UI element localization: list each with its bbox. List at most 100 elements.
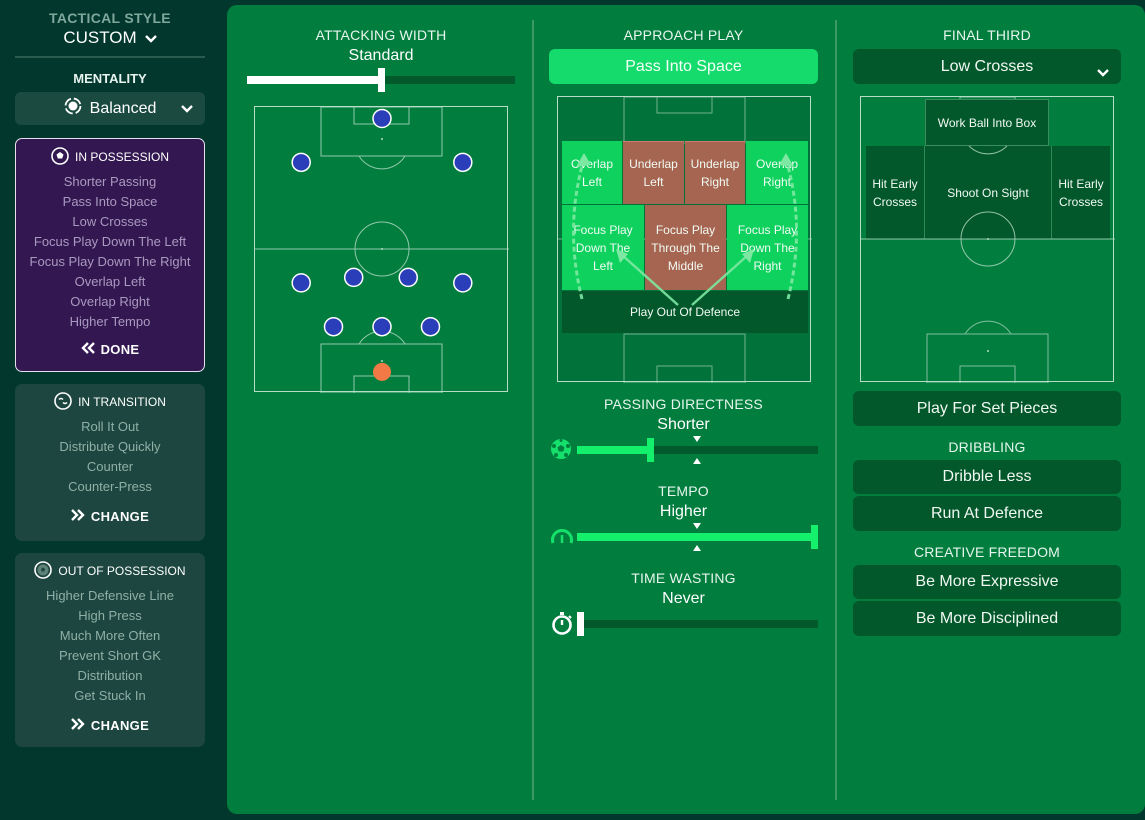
instruction-item: Distribute Quickly: [59, 439, 161, 454]
transition-icon: [54, 391, 72, 413]
change-label: CHANGE: [90, 718, 150, 733]
instruction-item: Shorter Passing: [63, 174, 157, 189]
creative-freedom-title: CREATIVE FREEDOM: [913, 544, 1061, 560]
out-of-possession-title: OUT OF POSSESSION: [58, 564, 186, 578]
player-marker-ml[interactable]: [291, 273, 311, 293]
slider-track: [577, 620, 818, 628]
double-chevron-right-icon: [71, 718, 85, 733]
double-chevron-right-icon: [71, 509, 85, 524]
zone-focus-middle[interactable]: Focus Play Through The Middle: [645, 205, 726, 290]
slider-fill: [247, 76, 381, 84]
slider-fill: [577, 533, 814, 541]
in-transition-card[interactable]: IN TRANSITION Roll It Out Distribute Quic…: [15, 384, 205, 541]
formation-pitch: [254, 106, 509, 393]
player-marker-mr[interactable]: [453, 273, 473, 293]
in-possession-card[interactable]: IN POSSESSION Shorter Passing Pass Into S…: [15, 138, 205, 372]
instruction-item: Overlap Right: [70, 294, 150, 309]
time-wasting-slider[interactable]: [577, 612, 818, 636]
zone-play-out-of-defence[interactable]: Play Out Of Defence: [562, 291, 808, 333]
instruction-item: Higher Defensive Line: [46, 588, 174, 603]
instruction-item: Prevent Short GK: [59, 648, 161, 663]
time-wasting-title: TIME WASTING: [631, 570, 736, 586]
zone-underlap-right[interactable]: Underlap Right: [685, 141, 745, 204]
column-divider: [835, 20, 837, 800]
tempo-value: Higher: [659, 503, 708, 520]
zone-hit-early-crosses-left[interactable]: Hit Early Crosses: [866, 146, 925, 239]
chevron-down-icon: [144, 28, 157, 48]
be-more-expressive-button[interactable]: Be More Expressive: [853, 565, 1121, 599]
zone-hit-early-crosses-right[interactable]: Hit Early Crosses: [1051, 146, 1110, 239]
speedometer-icon: [550, 527, 574, 550]
slider-handle[interactable]: [577, 612, 584, 636]
in-transition-list: Roll It Out Distribute Quickly Counter Coun…: [15, 417, 205, 497]
approach-play-button[interactable]: Pass Into Space: [549, 49, 818, 84]
zone-work-ball-into-box[interactable]: Work Ball Into Box: [925, 99, 1049, 146]
change-out-of-possession-button[interactable]: CHANGE: [15, 718, 205, 733]
be-more-disciplined-button[interactable]: Be More Disciplined: [853, 601, 1121, 636]
in-transition-title: IN TRANSITION: [78, 395, 166, 409]
player-marker-aml[interactable]: [291, 152, 311, 173]
instruction-item: Focus Play Down The Right: [29, 254, 191, 269]
final-third-dropdown[interactable]: Low Crosses: [853, 49, 1121, 84]
change-label: CHANGE: [90, 509, 150, 524]
zone-overlap-right[interactable]: Overlap Right: [746, 141, 808, 204]
default-marker-bottom: [693, 458, 701, 464]
instruction-item: Get Stuck In: [74, 688, 146, 703]
player-marker-dc[interactable]: [372, 316, 392, 337]
instruction-item: Focus Play Down The Left: [33, 234, 187, 249]
passing-directness-value: Shorter: [657, 416, 710, 433]
out-of-possession-card[interactable]: OUT OF POSSESSION Higher Defensive Line H…: [15, 553, 205, 747]
instruction-item: Higher Tempo: [69, 314, 151, 329]
double-chevron-left-icon: [80, 342, 95, 357]
instruction-item: Pass Into Space: [62, 194, 158, 209]
player-marker-mcl[interactable]: [343, 267, 364, 288]
tactical-style-dropdown[interactable]: CUSTOM: [15, 28, 205, 48]
player-marker-amr[interactable]: [453, 152, 473, 173]
divider: [15, 56, 205, 58]
player-marker-st[interactable]: [372, 108, 392, 129]
instruction-item: Counter-Press: [68, 479, 152, 494]
tactics-panel: ATTACKING WIDTH Standard APPROACH PLAY P…: [227, 5, 1145, 814]
zone-overlap-left[interactable]: Overlap Left: [562, 141, 622, 204]
time-wasting-value: Never: [662, 590, 705, 607]
default-marker-top: [693, 523, 701, 529]
zone-underlap-left[interactable]: Underlap Left: [623, 141, 684, 204]
default-marker-bottom: [693, 545, 701, 551]
attacking-width-value: Standard: [348, 47, 414, 64]
instruction-item: High Press: [78, 608, 142, 623]
zone-shoot-on-sight[interactable]: Shoot On Sight: [925, 146, 1051, 239]
slider-handle[interactable]: [647, 438, 654, 462]
default-marker-top: [693, 436, 701, 442]
dribble-less-button[interactable]: Dribble Less: [853, 460, 1121, 494]
approach-play-pitch: Overlap Left Underlap Left Underlap Righ…: [557, 96, 812, 383]
change-transition-button[interactable]: CHANGE: [15, 509, 205, 524]
slider-handle[interactable]: [811, 525, 818, 549]
tempo-slider[interactable]: [577, 523, 818, 551]
done-button[interactable]: DONE: [16, 342, 204, 357]
player-marker-mcr[interactable]: [398, 267, 419, 288]
run-at-defence-button[interactable]: Run At Defence: [853, 496, 1121, 531]
slider-fill: [577, 446, 650, 454]
player-marker-gk[interactable]: [373, 362, 391, 381]
play-for-set-pieces-button[interactable]: Play For Set Pieces: [853, 391, 1121, 426]
attacking-width-slider[interactable]: [247, 67, 515, 93]
chevron-down-icon: [181, 100, 193, 118]
final-third-title: FINAL THIRD: [943, 27, 1031, 43]
zone-focus-right[interactable]: Focus Play Down The Right: [727, 205, 808, 290]
instruction-item: Much More Often: [59, 628, 161, 643]
dribbling-title: DRIBBLING: [948, 439, 1026, 455]
slider-handle[interactable]: [378, 68, 385, 92]
passing-directness-slider[interactable]: [577, 436, 818, 464]
football-icon: [550, 438, 572, 465]
instruction-item: Low Crosses: [72, 214, 148, 229]
approach-play-title: APPROACH PLAY: [623, 27, 744, 43]
mentality-dropdown[interactable]: Balanced: [15, 92, 205, 125]
defence-ball-icon: [34, 560, 53, 582]
column-divider: [532, 20, 534, 800]
player-marker-dcr[interactable]: [420, 316, 441, 337]
mentality-balanced-icon: [64, 97, 82, 120]
zone-focus-left[interactable]: Focus Play Down The Left: [562, 205, 644, 290]
done-label: DONE: [100, 342, 140, 357]
tempo-title: TEMPO: [658, 483, 709, 499]
player-marker-dcl[interactable]: [323, 316, 344, 337]
